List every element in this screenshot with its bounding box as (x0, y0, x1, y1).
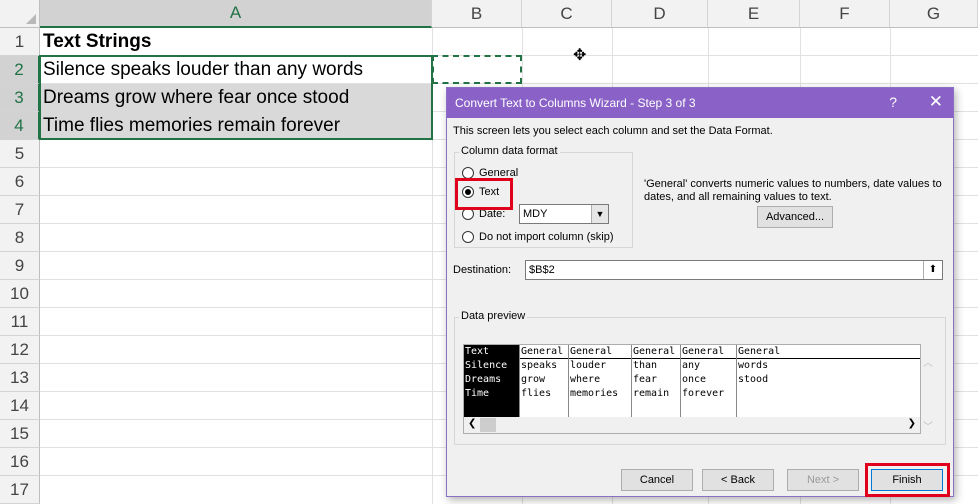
cancel-button[interactable]: Cancel (621, 469, 693, 491)
select-all-corner[interactable] (0, 0, 40, 28)
general-note: 'General' converts numeric values to num… (644, 178, 942, 203)
data-preview-group: Data preview Text Silence Dreams Time Ge… (454, 310, 946, 445)
row-header-14[interactable]: 14 (0, 392, 40, 420)
destination-label: Destination: (453, 264, 512, 276)
dialog-titlebar[interactable]: Convert Text to Columns Wizard - Step 3 … (447, 88, 953, 118)
column-header-c[interactable]: C (522, 0, 612, 28)
row-header-1[interactable]: 1 (0, 28, 40, 56)
text-option-highlight (455, 178, 513, 210)
column-header-b[interactable]: B (432, 0, 522, 28)
back-button[interactable]: < Back (702, 469, 774, 491)
chevron-up-icon[interactable]: ︿ (923, 354, 933, 369)
preview-cell: flies (521, 388, 552, 399)
preview-cell: any (682, 360, 701, 371)
preview-cell: grow (521, 374, 546, 385)
preview-cell: memories (570, 388, 619, 399)
data-preview-legend: Data preview (459, 310, 528, 322)
skip-option[interactable]: Do not import column (skip) (462, 231, 614, 243)
column-header-e[interactable]: E (708, 0, 800, 28)
next-button[interactable]: Next > (787, 469, 859, 491)
chevron-left-icon[interactable]: ❮ (468, 418, 476, 429)
skip-radio[interactable] (462, 231, 474, 243)
row-header-13[interactable]: 13 (0, 364, 40, 392)
preview-column-5[interactable]: General any once forever (681, 345, 737, 418)
date-format-select[interactable]: MDY ▼ (519, 204, 609, 224)
selection-range-border (39, 55, 433, 140)
row-header-17[interactable]: 17 (0, 476, 40, 504)
preview-cell: speaks (521, 360, 558, 371)
preview-cell: words (738, 360, 769, 371)
help-button[interactable]: ? (889, 94, 897, 110)
row-header-7[interactable]: 7 (0, 196, 40, 224)
preview-cell: fear (633, 374, 658, 385)
row-header-5[interactable]: 5 (0, 140, 40, 168)
finish-button-highlight (865, 463, 950, 497)
scrollbar-thumb[interactable] (480, 418, 496, 432)
row-header-10[interactable]: 10 (0, 280, 40, 308)
date-format-value: MDY (523, 208, 548, 220)
column-header-f[interactable]: F (800, 0, 890, 28)
destination-marquee (432, 55, 522, 84)
row-header-16[interactable]: 16 (0, 448, 40, 476)
preview-horizontal-scrollbar[interactable]: ❮ ❯ (464, 417, 920, 433)
preview-cell: forever (682, 388, 725, 399)
row-header-6[interactable]: 6 (0, 168, 40, 196)
preview-column-1[interactable]: Text Silence Dreams Time (464, 345, 520, 418)
row-header-4[interactable]: 4 (0, 112, 40, 140)
data-preview-box: Text Silence Dreams Time General speaks … (463, 344, 921, 434)
row-header-8[interactable]: 8 (0, 224, 40, 252)
preview-cell: Dreams (465, 374, 502, 385)
preview-cell: Silence (465, 360, 508, 371)
preview-header: General (520, 345, 568, 359)
preview-column-4[interactable]: General than fear remain (632, 345, 681, 418)
move-cursor-icon: ✥ (573, 47, 587, 64)
preview-cell: louder (570, 360, 607, 371)
row-header-12[interactable]: 12 (0, 336, 40, 364)
row-header-3[interactable]: 3 (0, 84, 40, 112)
column-format-legend: Column data format (459, 145, 560, 157)
close-button[interactable]: ✕ (929, 92, 943, 112)
preview-column-2[interactable]: General speaks grow flies (520, 345, 569, 418)
preview-column-6[interactable]: General words stood (737, 345, 920, 418)
preview-header: General (737, 345, 920, 359)
column-header-g[interactable]: G (890, 0, 978, 28)
destination-value: $B$2 (529, 264, 555, 276)
preview-cell: than (633, 360, 658, 371)
preview-cell: once (682, 374, 707, 385)
column-header-a[interactable]: A (40, 0, 432, 28)
cell-a1[interactable]: Text Strings (40, 28, 432, 56)
row-header-15[interactable]: 15 (0, 420, 40, 448)
row-header-2[interactable]: 2 (0, 56, 40, 84)
preview-cell: Time (465, 388, 490, 399)
preview-cell: stood (738, 374, 769, 385)
row-header-11[interactable]: 11 (0, 308, 40, 336)
preview-cell: remain (633, 388, 670, 399)
destination-input[interactable]: $B$2 ⬆ (525, 260, 943, 280)
preview-header: General (569, 345, 631, 359)
chevron-right-icon[interactable]: ❯ (908, 418, 916, 429)
preview-header: Text (464, 345, 519, 359)
chevron-down-icon[interactable]: ﹀ (923, 418, 933, 433)
advanced-button[interactable]: Advanced... (757, 206, 833, 228)
preview-cell: where (570, 374, 601, 385)
chevron-down-icon[interactable]: ▼ (591, 205, 608, 223)
row-header-9[interactable]: 9 (0, 252, 40, 280)
preview-header: General (632, 345, 680, 359)
dialog-description: This screen lets you select each column … (453, 125, 773, 137)
preview-cell (737, 387, 920, 401)
skip-label: Do not import column (skip) (479, 231, 614, 243)
collapse-dialog-icon[interactable]: ⬆ (923, 261, 942, 279)
column-header-d[interactable]: D (612, 0, 708, 28)
preview-header: General (681, 345, 736, 359)
dialog-title: Convert Text to Columns Wizard - Step 3 … (455, 96, 696, 110)
convert-text-wizard-dialog: Convert Text to Columns Wizard - Step 3 … (446, 87, 954, 497)
preview-column-3[interactable]: General louder where memories (569, 345, 632, 418)
